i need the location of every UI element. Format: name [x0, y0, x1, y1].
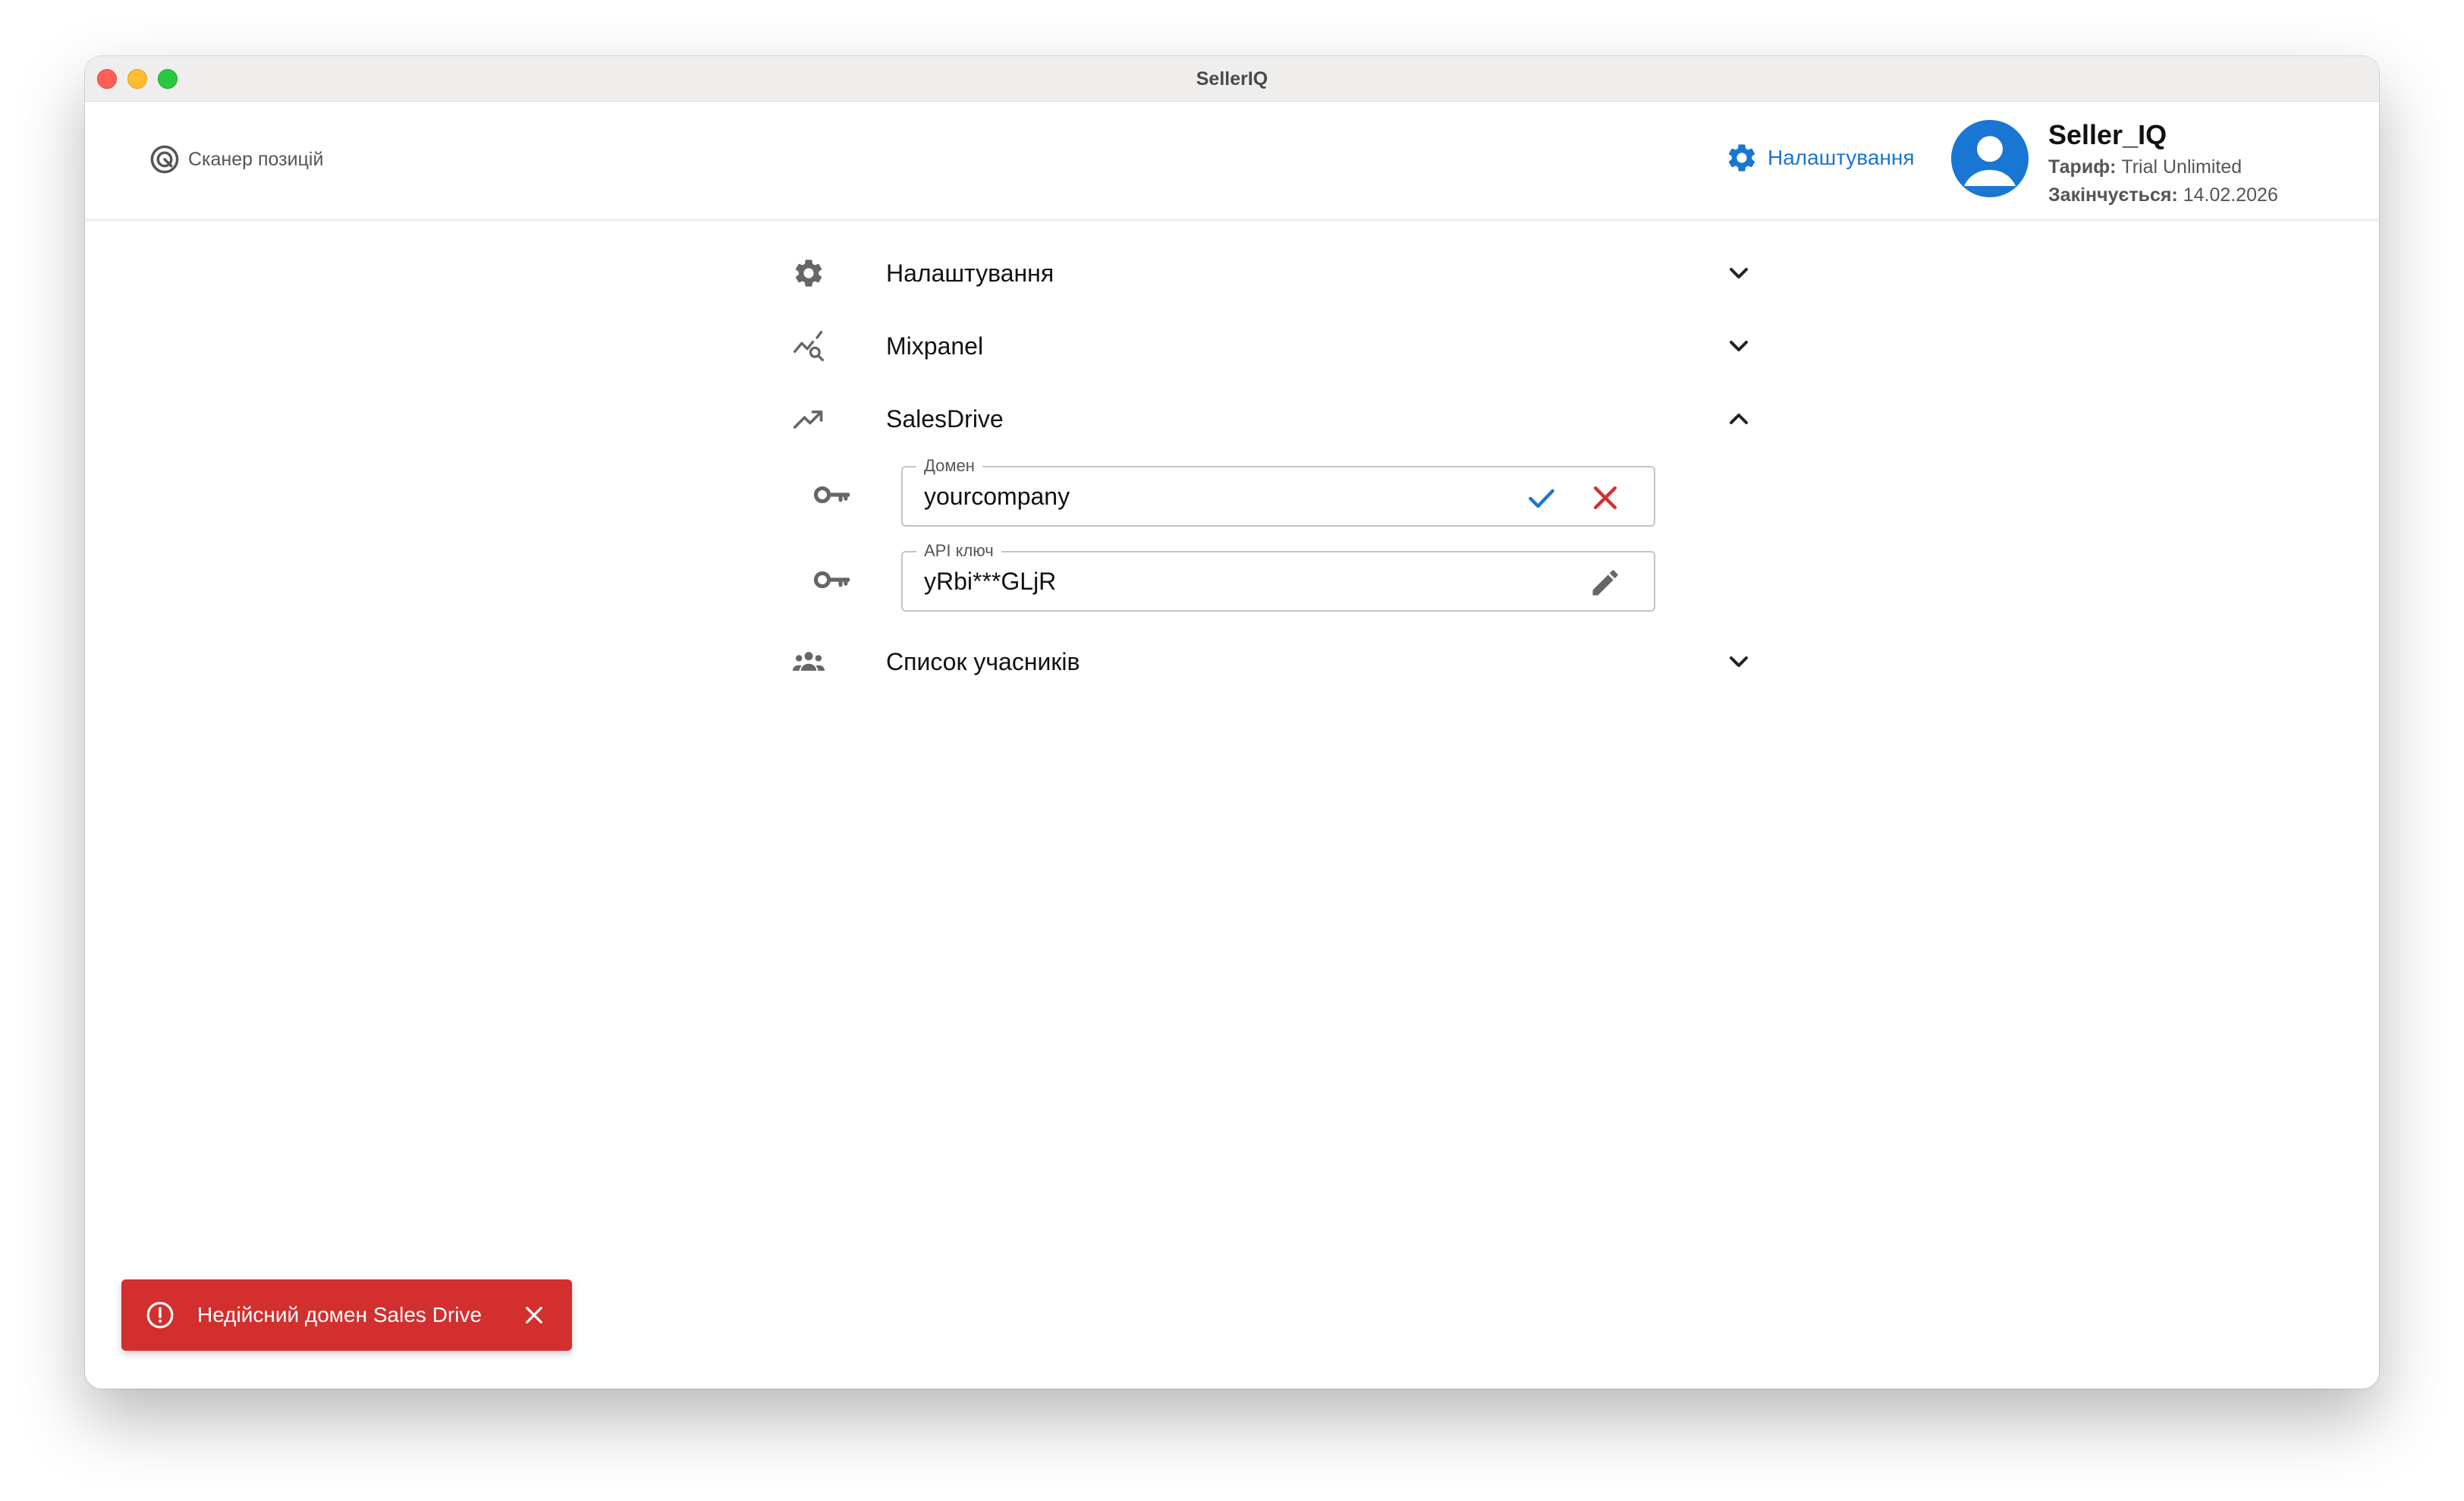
group-icon: [790, 644, 827, 680]
confirm-domain-button[interactable]: [1525, 481, 1558, 514]
api-key-field[interactable]: API ключ yRbi***GLjR: [901, 541, 1655, 612]
plan-value: Trial Unlimited: [2121, 156, 2242, 178]
toast-message: Недійсний домен Sales Drive: [197, 1303, 482, 1326]
analytics-icon: [790, 328, 827, 364]
check-icon: [1529, 489, 1554, 508]
section-mixpanel-label: Mixpanel: [886, 332, 984, 360]
gear-icon: [1728, 144, 1755, 171]
pencil-icon: [1592, 570, 1618, 596]
chevron-down-icon: [1730, 341, 1748, 351]
window-title: SellerIQ: [1196, 68, 1268, 90]
plan-line: Тариф: Trial Unlimited: [2048, 153, 2278, 181]
trending-up-icon: [790, 401, 827, 437]
scanner-label: Сканер позицій: [188, 148, 324, 170]
cancel-domain-button[interactable]: [1589, 481, 1622, 514]
scanner-link[interactable]: Сканер позицій: [149, 143, 323, 175]
error-toast: Недійсний домен Sales Drive: [121, 1279, 572, 1351]
settings-link-label: Налаштування: [1768, 146, 1915, 169]
api-key-field-row: API ключ yRbi***GLjR: [790, 541, 1754, 615]
expires-line: Закінчується: 14.02.2026: [2048, 181, 2278, 209]
section-settings[interactable]: Налаштування: [790, 237, 1754, 310]
app-window: SellerIQ Сканер позицій Налаштування Sel…: [85, 56, 2379, 1389]
title-bar: SellerIQ: [85, 56, 2379, 102]
chevron-down-icon: [1730, 268, 1748, 278]
avatar[interactable]: [1951, 120, 2029, 197]
user-icon: [1964, 136, 2016, 187]
domain-field-row: Домен yourcompany: [790, 456, 1754, 530]
error-icon: [146, 1301, 174, 1329]
section-settings-label: Налаштування: [886, 259, 1054, 287]
section-mixpanel[interactable]: Mixpanel: [790, 310, 1754, 382]
gear-icon: [790, 255, 827, 291]
expires-value: 14.02.2026: [2183, 184, 2278, 206]
edit-api-key-button[interactable]: [1589, 566, 1622, 599]
key-icon: [813, 571, 850, 589]
settings-link[interactable]: Налаштування: [1725, 141, 1915, 175]
user-name: Seller_IQ: [2048, 119, 2167, 150]
scanner-icon: [150, 145, 179, 174]
domain-field[interactable]: Домен yourcompany: [901, 456, 1655, 527]
user-info: Seller_IQ Тариф: Trial Unlimited Закінчу…: [2048, 117, 2278, 209]
api-key-field-value: yRbi***GLjR: [924, 568, 1057, 595]
close-icon: [1593, 486, 1617, 510]
section-salesdrive[interactable]: SalesDrive: [790, 382, 1754, 455]
close-icon[interactable]: [522, 1303, 546, 1327]
app-header: Сканер позицій Налаштування Seller_IQ Та…: [85, 102, 2379, 222]
section-salesdrive-label: SalesDrive: [886, 404, 1004, 433]
chevron-up-icon: [1730, 414, 1748, 424]
plan-label: Тариф:: [2048, 156, 2117, 178]
chevron-down-icon: [1730, 656, 1748, 667]
section-members[interactable]: Список учасників: [790, 625, 1754, 698]
key-icon: [813, 486, 850, 504]
expires-label: Закінчується:: [2048, 184, 2178, 206]
section-members-label: Список учасників: [886, 647, 1080, 675]
domain-field-value[interactable]: yourcompany: [924, 467, 1070, 525]
